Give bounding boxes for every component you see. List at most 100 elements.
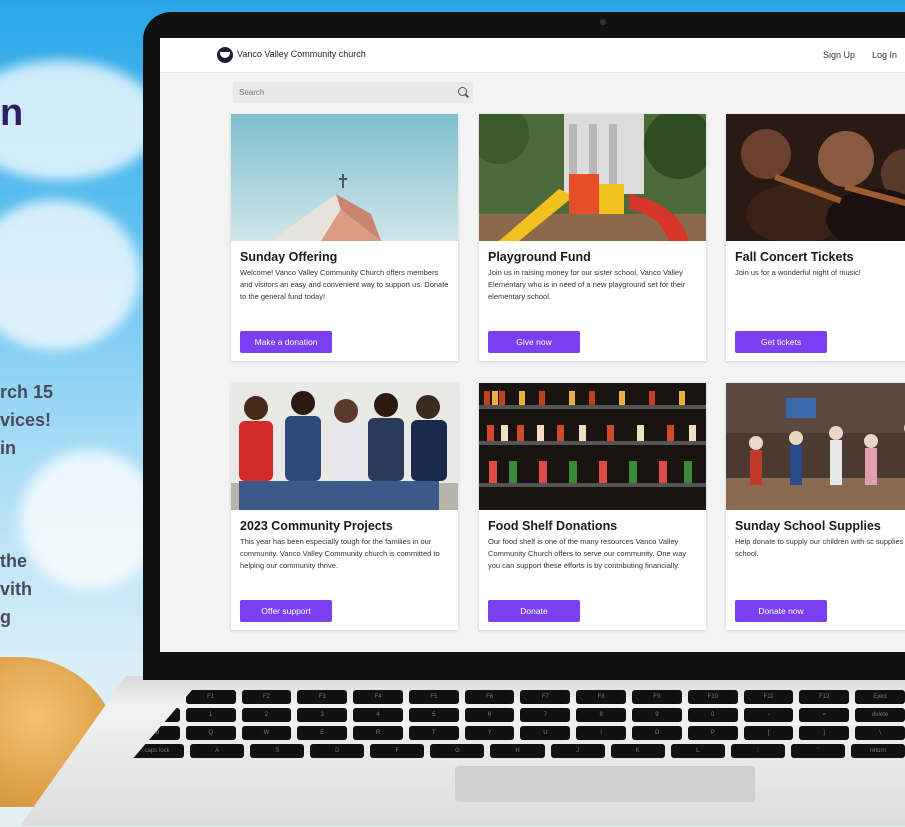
keyboard-key[interactable]: F xyxy=(370,744,425,758)
donate-now-button[interactable]: Donate now xyxy=(735,600,827,622)
keyboard-key[interactable]: - xyxy=(743,708,794,722)
grocery-shelves-photo xyxy=(479,383,706,510)
church-steeple-photo xyxy=(231,114,458,241)
keyboard-key[interactable]: 5 xyxy=(408,708,459,722)
campaign-card: Fall Concert Tickets Join us for a wonde… xyxy=(726,114,905,361)
keyboard-key[interactable]: O xyxy=(632,726,682,740)
keyboard-key[interactable]: A xyxy=(190,744,245,758)
card-description: Our food shelf is one of the many resour… xyxy=(488,537,687,570)
keyboard-key[interactable]: = xyxy=(799,708,850,722)
card-title: Sunday School Supplies xyxy=(735,519,881,533)
keyboard-key[interactable]: Eject xyxy=(855,690,905,704)
keyboard-key[interactable]: 3 xyxy=(297,708,348,722)
keyboard-key[interactable]: D xyxy=(310,744,365,758)
promo-line: g xyxy=(0,607,11,627)
card-description: This year has been especially tough for … xyxy=(240,537,440,570)
church-logo-icon[interactable] xyxy=(217,47,233,63)
keyboard-key[interactable]: F3 xyxy=(297,690,348,704)
card-description: Join us for a wonderful night of music! xyxy=(735,268,861,277)
search-bar xyxy=(233,82,473,103)
keyboard-key[interactable]: 6 xyxy=(464,708,515,722)
keyboard-key[interactable]: T xyxy=(408,726,459,740)
keyboard-key[interactable]: 4 xyxy=(353,708,403,722)
campaign-card: Sunday School Supplies Help donate to su… xyxy=(726,383,905,630)
cloud xyxy=(0,60,160,180)
keyboard-key[interactable]: S xyxy=(250,744,305,758)
keyboard-key[interactable]: F4 xyxy=(353,690,403,704)
keyboard-key[interactable]: return xyxy=(850,744,905,758)
cloud xyxy=(20,450,160,590)
group-of-friends-photo xyxy=(231,383,458,510)
keyboard-key[interactable]: F8 xyxy=(576,690,627,704)
camera-icon xyxy=(600,19,606,25)
promo-line: the xyxy=(0,551,27,571)
keyboard-key[interactable]: F2 xyxy=(241,690,292,704)
site-name[interactable]: Vanco Valley Community church xyxy=(237,49,366,59)
keyboard-key[interactable]: K xyxy=(610,744,665,758)
keyboard-key[interactable]: F1 xyxy=(185,690,236,704)
keyboard-key[interactable]: 0 xyxy=(687,708,738,722)
children-dancing-photo xyxy=(726,383,905,510)
campaign-card: Playground Fund Join us in raising money… xyxy=(479,114,706,361)
keyboard-key[interactable]: G xyxy=(430,744,485,758)
donate-button[interactable]: Donate xyxy=(488,600,580,622)
cloud xyxy=(0,200,140,350)
keyboard-key[interactable]: 9 xyxy=(632,708,682,722)
keyboard-key[interactable]: delete xyxy=(855,708,905,722)
signup-link[interactable]: Sign Up xyxy=(823,50,855,60)
keyboard-key[interactable]: 1 xyxy=(185,708,236,722)
keyboard-key[interactable]: \ xyxy=(855,726,905,740)
keyboard-key[interactable]: L xyxy=(670,744,725,758)
keyboard-key[interactable]: ] xyxy=(799,726,850,740)
violinists-photo xyxy=(726,114,905,241)
keyboard-key[interactable]: P xyxy=(687,726,738,740)
keyboard-key[interactable]: ' xyxy=(790,744,845,758)
campaign-card: Sunday Offering Welcome! Vanco Valley Co… xyxy=(231,114,458,361)
promo-line: vith xyxy=(0,579,33,599)
promo-line: vices! xyxy=(0,410,52,430)
keyboard-key[interactable]: F10 xyxy=(687,690,738,704)
keyboard-key[interactable]: F7 xyxy=(520,690,571,704)
get-tickets-button[interactable]: Get tickets xyxy=(735,331,827,353)
site-header: Vanco Valley Community church Sign Up Lo… xyxy=(160,38,905,73)
keyboard-key[interactable]: 8 xyxy=(576,708,627,722)
login-link[interactable]: Log In xyxy=(872,50,897,60)
card-title: Fall Concert Tickets xyxy=(735,250,854,264)
keyboard-key[interactable]: [ xyxy=(743,726,794,740)
card-title: Food Shelf Donations xyxy=(488,519,618,533)
keyboard-key[interactable]: Y xyxy=(464,726,515,740)
keyboard-key[interactable]: F5 xyxy=(408,690,459,704)
card-title: Playground Fund xyxy=(488,250,591,264)
search-icon[interactable] xyxy=(458,87,467,96)
playground-photo xyxy=(479,114,706,241)
browser-viewport: Vanco Valley Community church Sign Up Lo… xyxy=(160,38,905,652)
card-title: Sunday Offering xyxy=(240,250,338,264)
card-title: 2023 Community Projects xyxy=(240,519,393,533)
keyboard-key[interactable]: E xyxy=(297,726,348,740)
promo-line: rch 15 xyxy=(0,382,54,402)
keyboard-key[interactable]: 7 xyxy=(520,708,571,722)
offer-support-button[interactable]: Offer support xyxy=(240,600,332,622)
keyboard-key[interactable]: W xyxy=(241,726,292,740)
campaign-card: Food Shelf Donations Our food shelf is o… xyxy=(479,383,706,630)
campaign-card: 2023 Community Projects This year has be… xyxy=(231,383,458,630)
keyboard-key[interactable]: R xyxy=(353,726,403,740)
trackpad[interactable] xyxy=(455,766,755,802)
keyboard-key[interactable]: Q xyxy=(185,726,236,740)
keyboard-key[interactable]: F12 xyxy=(799,690,850,704)
keyboard-key[interactable]: F11 xyxy=(743,690,794,704)
keyboard-key[interactable]: H xyxy=(490,744,545,758)
keyboard: escF1F2F3F4F5F6F7F8F9F10F11F12Eject ~123… xyxy=(130,690,905,762)
keyboard-key[interactable]: U xyxy=(520,726,571,740)
keyboard-key[interactable]: F9 xyxy=(632,690,682,704)
give-now-button[interactable]: Give now xyxy=(488,331,580,353)
keyboard-key[interactable]: ; xyxy=(730,744,785,758)
keyboard-key[interactable]: 2 xyxy=(241,708,292,722)
card-description: Help donate to supply our children with … xyxy=(735,537,905,558)
make-donation-button[interactable]: Make a donation xyxy=(240,331,332,353)
search-input[interactable] xyxy=(233,82,445,103)
keyboard-key[interactable]: I xyxy=(576,726,627,740)
card-description: Join us in raising money for our sister … xyxy=(488,268,686,301)
keyboard-key[interactable]: J xyxy=(550,744,605,758)
keyboard-key[interactable]: F6 xyxy=(464,690,515,704)
